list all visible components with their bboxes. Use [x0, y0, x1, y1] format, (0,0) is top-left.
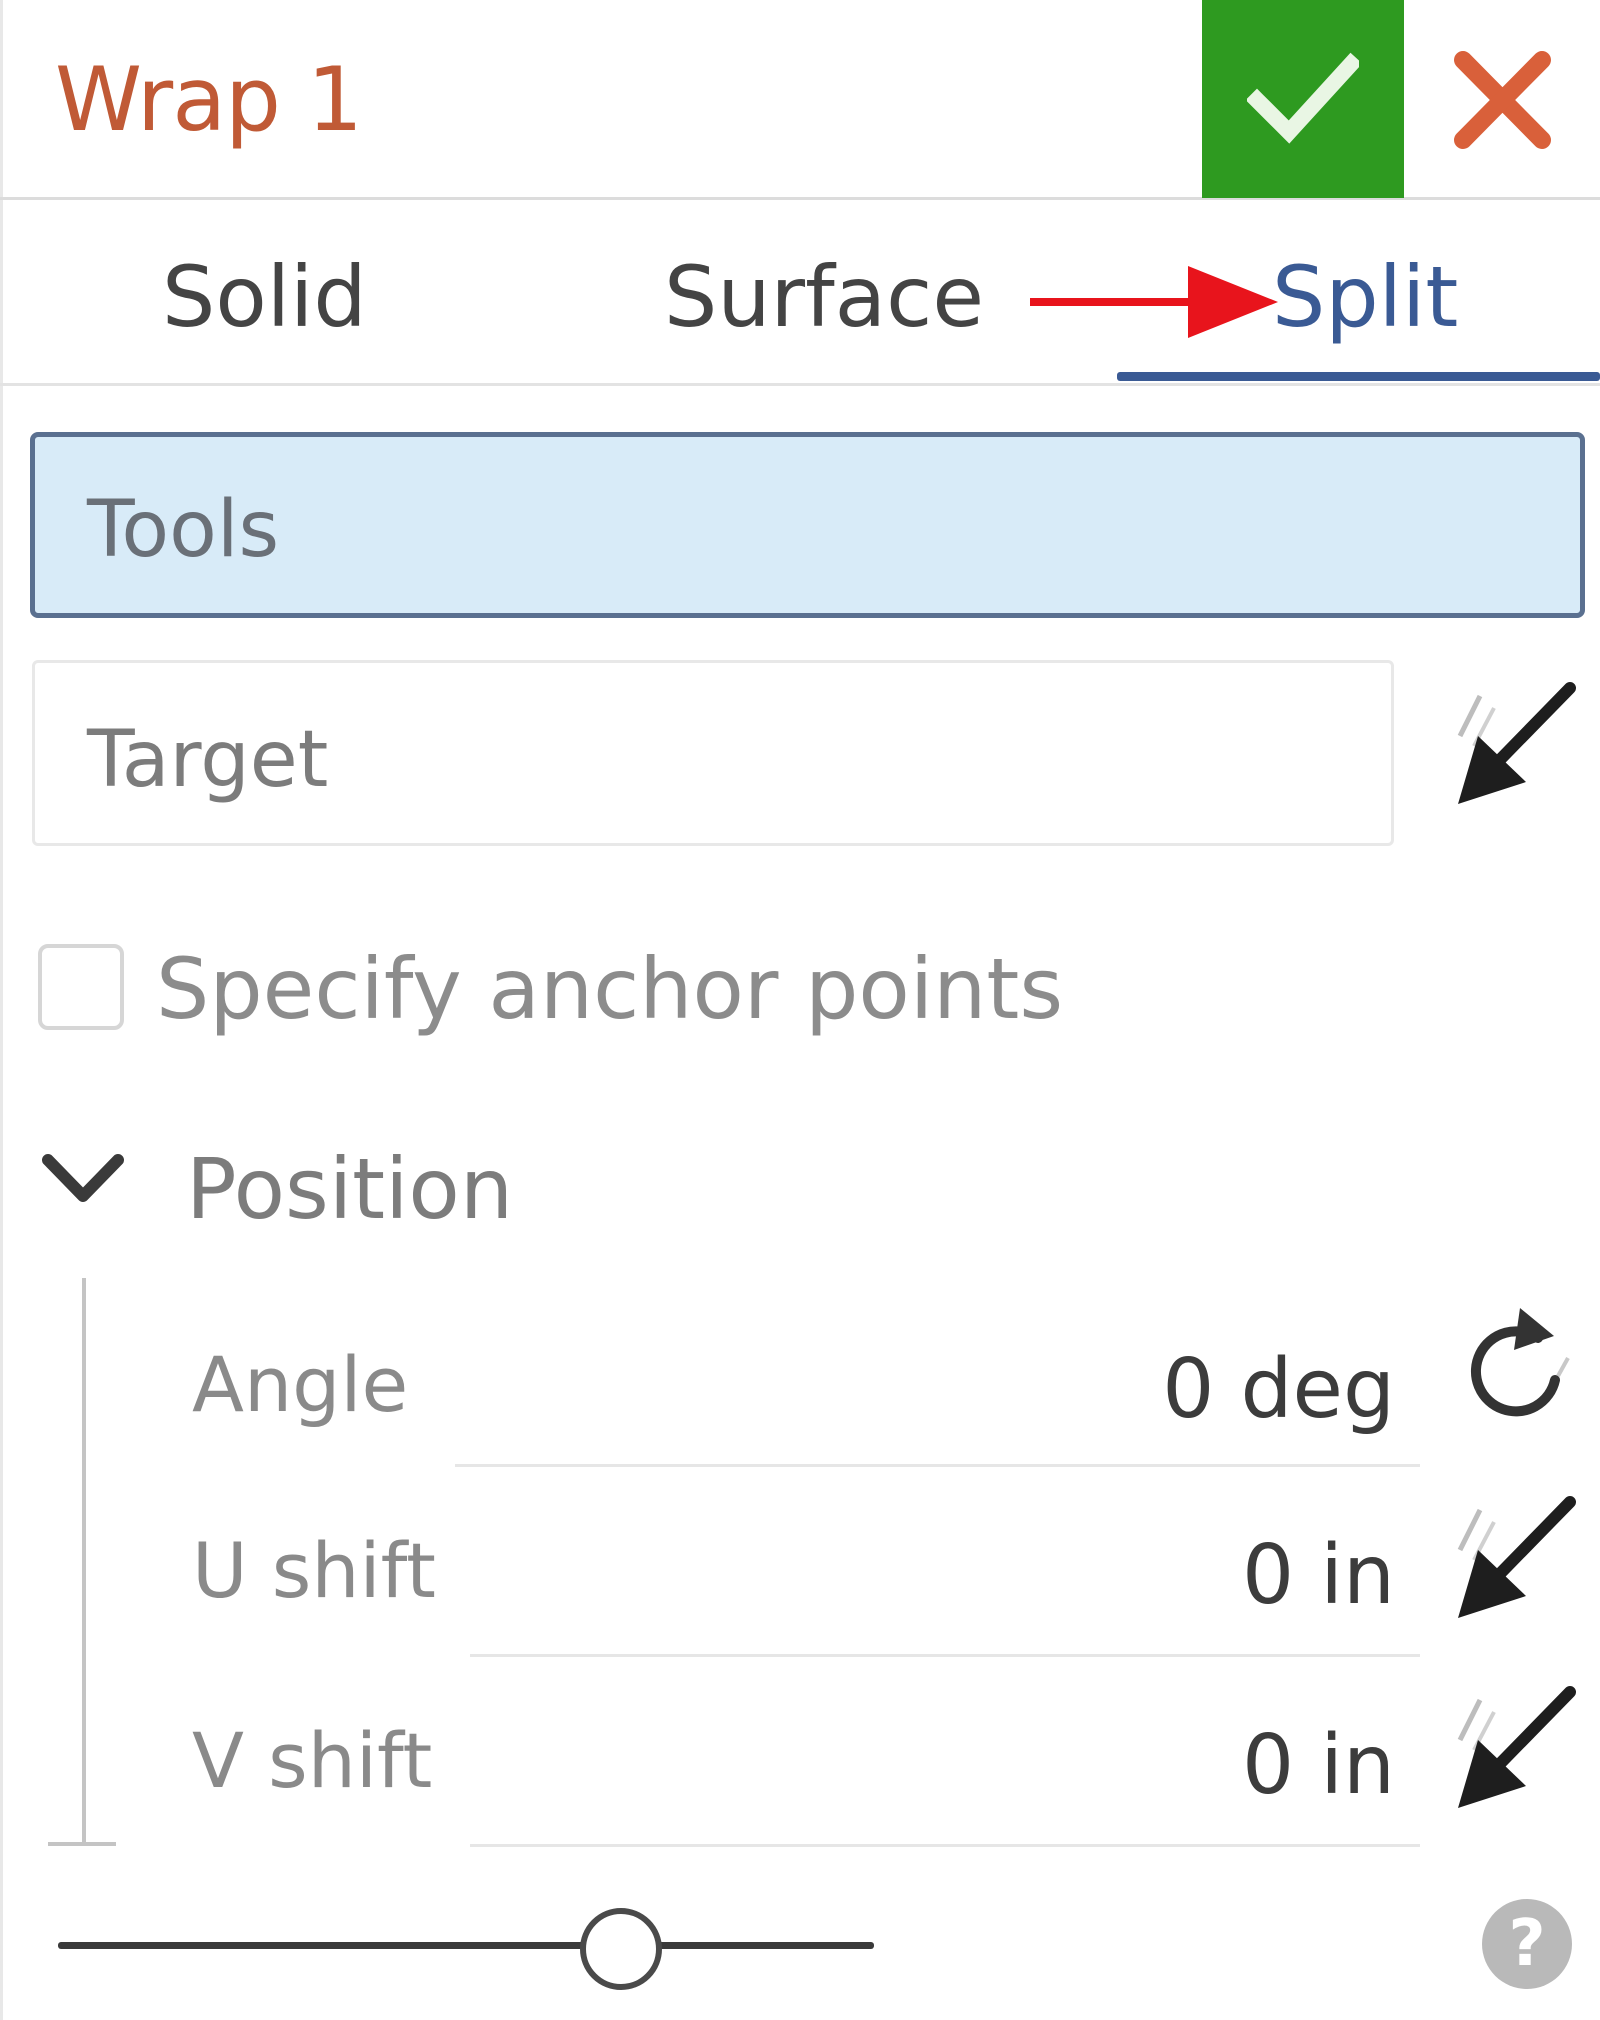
- v-shift-input[interactable]: 0 in: [1242, 1718, 1395, 1813]
- u-shift-input-underline: [470, 1654, 1420, 1657]
- close-icon: [1454, 51, 1551, 149]
- angle-label: Angle: [192, 1340, 409, 1429]
- help-icon[interactable]: ?: [1482, 1899, 1572, 1989]
- v-shift-label: V shift: [192, 1716, 433, 1805]
- target-selection-field[interactable]: Target: [32, 660, 1394, 846]
- v-shift-input-underline: [470, 1844, 1420, 1847]
- opacity-slider-track[interactable]: [58, 1942, 874, 1949]
- reset-rotate-icon[interactable]: [1450, 1300, 1580, 1430]
- tab-split[interactable]: Split: [1272, 248, 1458, 346]
- angle-input[interactable]: 0 deg: [1162, 1342, 1395, 1437]
- confirm-button[interactable]: [1202, 0, 1404, 198]
- tools-selection-field[interactable]: Tools: [30, 432, 1585, 618]
- pick-arrow-icon[interactable]: [1448, 1680, 1578, 1810]
- selected-tab-indicator: [1117, 372, 1600, 381]
- tools-field-label: Tools: [87, 485, 280, 575]
- position-section-title[interactable]: Position: [186, 1140, 513, 1238]
- dialog-header: Wrap 1: [0, 0, 1600, 200]
- tab-surface[interactable]: Surface: [664, 248, 984, 346]
- dialog-title: Wrap 1: [55, 48, 363, 151]
- tab-solid[interactable]: Solid: [162, 248, 367, 346]
- u-shift-label: U shift: [192, 1526, 436, 1615]
- anchor-points-checkbox[interactable]: [38, 944, 124, 1030]
- opacity-slider-thumb[interactable]: [580, 1908, 663, 1990]
- pick-arrow-icon[interactable]: [1448, 1490, 1578, 1620]
- angle-input-underline: [455, 1464, 1420, 1467]
- section-indent-foot: [48, 1842, 116, 1846]
- u-shift-input[interactable]: 0 in: [1242, 1528, 1395, 1623]
- pick-arrow-icon[interactable]: [1448, 676, 1578, 806]
- cancel-button[interactable]: [1445, 45, 1560, 155]
- annotation-arrow-icon: [1030, 266, 1278, 338]
- anchor-points-label[interactable]: Specify anchor points: [156, 940, 1063, 1038]
- section-indent-line: [82, 1278, 86, 1846]
- check-icon: [1247, 52, 1359, 144]
- target-field-label: Target: [87, 715, 329, 805]
- chevron-down-icon[interactable]: [40, 1148, 126, 1210]
- tab-bar: Solid Surface Split: [0, 200, 1600, 386]
